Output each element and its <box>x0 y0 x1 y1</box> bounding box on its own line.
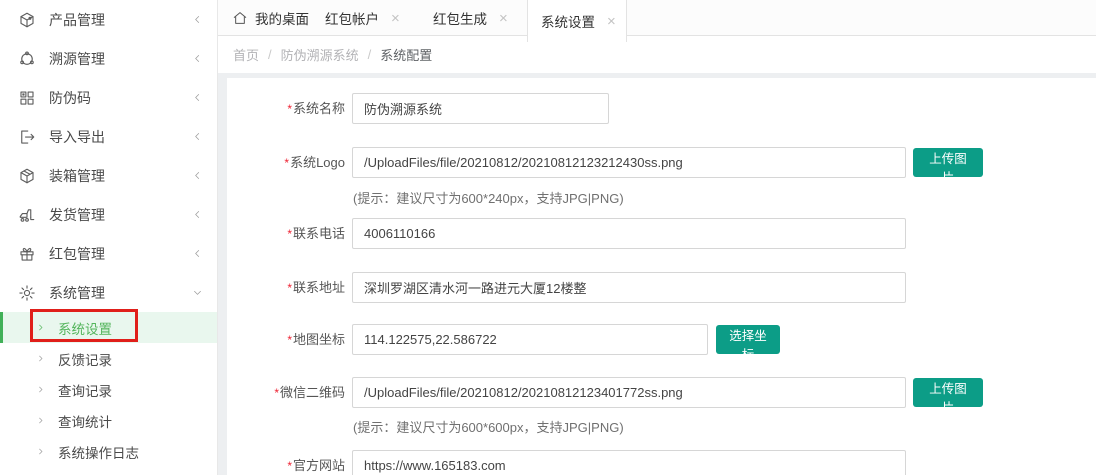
sidebar-subitem-label: 查询记录 <box>58 380 112 400</box>
breadcrumb-home[interactable]: 首页 <box>233 45 259 64</box>
arrow-right-icon <box>36 323 45 332</box>
breadcrumb-separator: / <box>368 47 372 62</box>
select-coords-button[interactable]: 选择坐标 <box>716 325 780 354</box>
qrcode-icon <box>18 89 36 107</box>
tab-bar: 我的桌面 红包帐户 × 红包生成 × 系统设置 × <box>218 0 1096 36</box>
breadcrumb-separator: / <box>268 47 272 62</box>
field-label-wechat-qrcode: *微信二维码 <box>227 385 345 401</box>
tab-redpacket-generate[interactable]: 红包生成 × <box>433 0 508 36</box>
trace-icon <box>18 50 36 68</box>
tab-label: 我的桌面 <box>255 8 309 28</box>
sidebar-subitem-label: 反馈记录 <box>58 349 112 369</box>
sidebar-subitem-feedback[interactable]: 反馈记录 <box>0 343 217 374</box>
close-icon[interactable]: × <box>391 11 400 26</box>
sidebar-item-system[interactable]: 系统管理 <box>0 273 217 312</box>
tab-my-desktop[interactable]: 我的桌面 <box>232 0 309 36</box>
content-background: *系统名称 *系统Logo 上传图片 (提示：建议尺寸为600*240px，支持… <box>218 73 1096 475</box>
close-icon[interactable]: × <box>499 11 508 26</box>
arrow-right-icon <box>36 385 45 394</box>
field-label-contact-address: *联系地址 <box>227 280 345 296</box>
sidebar-item-import-export[interactable]: 导入导出 <box>0 117 217 156</box>
official-site-input[interactable] <box>352 450 906 475</box>
field-label-contact-phone: *联系电话 <box>227 226 345 242</box>
sidebar-item-label: 发货管理 <box>49 205 192 225</box>
required-marker: * <box>287 459 292 473</box>
sidebar-item-label: 红包管理 <box>49 244 192 264</box>
sidebar-item-label: 装箱管理 <box>49 166 192 186</box>
qrcode-size-hint: (提示：建议尺寸为600*600px，支持JPG|PNG) <box>353 417 624 436</box>
chevron-left-icon <box>192 51 203 67</box>
arrow-right-icon <box>36 416 45 425</box>
wechat-qrcode-input[interactable] <box>352 377 906 408</box>
sidebar-item-anticode[interactable]: 防伪码 <box>0 78 217 117</box>
sidebar-item-label: 系统管理 <box>49 283 192 303</box>
breadcrumb-current: 系统配置 <box>380 45 432 64</box>
required-marker: * <box>284 156 289 170</box>
required-marker: * <box>274 386 279 400</box>
upload-qrcode-button[interactable]: 上传图片 <box>913 378 983 407</box>
arrow-right-icon <box>36 354 45 363</box>
breadcrumb: 首页 / 防伪溯源系统 / 系统配置 <box>218 36 1096 73</box>
package-icon <box>18 11 36 29</box>
sidebar-item-redpacket[interactable]: 红包管理 <box>0 234 217 273</box>
sidebar-item-label: 溯源管理 <box>49 49 192 69</box>
required-marker: * <box>287 333 292 347</box>
forklift-icon <box>18 206 36 224</box>
sidebar-subitem-label: 查询统计 <box>58 411 112 431</box>
sidebar-item-label: 产品管理 <box>49 10 192 30</box>
home-icon <box>232 10 248 26</box>
sidebar-subitem-query-records[interactable]: 查询记录 <box>0 374 217 405</box>
arrow-right-icon <box>36 447 45 456</box>
sidebar-item-label: 导入导出 <box>49 127 192 147</box>
gear-icon <box>18 284 36 302</box>
gift-icon <box>18 245 36 263</box>
chevron-down-icon <box>192 285 203 301</box>
tab-label: 红包生成 <box>433 8 487 28</box>
box-icon <box>18 167 36 185</box>
sidebar-subitem-label: 系统设置 <box>58 318 112 338</box>
field-label-system-name: *系统名称 <box>227 101 345 117</box>
required-marker: * <box>287 281 292 295</box>
chevron-left-icon <box>192 207 203 223</box>
system-name-input[interactable] <box>352 93 609 124</box>
sidebar: 产品管理 溯源管理 防伪码 导入导出 装箱管理 发货管理 <box>0 0 218 475</box>
sidebar-subitem-operation-log[interactable]: 系统操作日志 <box>0 436 217 467</box>
tab-label: 红包帐户 <box>325 8 379 28</box>
contact-address-input[interactable] <box>352 272 906 303</box>
chevron-left-icon <box>192 129 203 145</box>
sidebar-subitem-label: 系统操作日志 <box>58 442 139 462</box>
field-label-map-coords: *地图坐标 <box>227 332 345 348</box>
sidebar-item-label: 防伪码 <box>49 88 192 108</box>
logo-size-hint: (提示：建议尺寸为600*240px，支持JPG|PNG) <box>353 188 624 207</box>
sidebar-item-packing[interactable]: 装箱管理 <box>0 156 217 195</box>
upload-logo-button[interactable]: 上传图片 <box>913 148 983 177</box>
required-marker: * <box>287 227 292 241</box>
sidebar-item-trace[interactable]: 溯源管理 <box>0 39 217 78</box>
chevron-left-icon <box>192 246 203 262</box>
sidebar-item-shipping[interactable]: 发货管理 <box>0 195 217 234</box>
field-label-official-site: *官方网站 <box>227 458 345 474</box>
sidebar-subitem-query-stats[interactable]: 查询统计 <box>0 405 217 436</box>
tab-label: 系统设置 <box>541 11 595 31</box>
required-marker: * <box>287 102 292 116</box>
main-area: 我的桌面 红包帐户 × 红包生成 × 系统设置 × 首页 / 防伪溯源系统 / … <box>218 0 1096 475</box>
chevron-left-icon <box>192 90 203 106</box>
contact-phone-input[interactable] <box>352 218 906 249</box>
export-icon <box>18 128 36 146</box>
close-icon[interactable]: × <box>607 14 616 29</box>
sidebar-subitem-system-settings[interactable]: 系统设置 <box>0 312 217 343</box>
breadcrumb-system[interactable]: 防伪溯源系统 <box>281 45 359 64</box>
settings-form-panel: *系统名称 *系统Logo 上传图片 (提示：建议尺寸为600*240px，支持… <box>227 78 1096 475</box>
map-coords-input[interactable] <box>352 324 708 355</box>
chevron-left-icon <box>192 12 203 28</box>
tab-redpacket-account[interactable]: 红包帐户 × <box>325 0 400 36</box>
field-label-system-logo: *系统Logo <box>227 155 345 171</box>
sidebar-item-product[interactable]: 产品管理 <box>0 0 217 39</box>
chevron-left-icon <box>192 168 203 184</box>
system-logo-input[interactable] <box>352 147 906 178</box>
tab-system-settings[interactable]: 系统设置 × <box>527 0 627 42</box>
